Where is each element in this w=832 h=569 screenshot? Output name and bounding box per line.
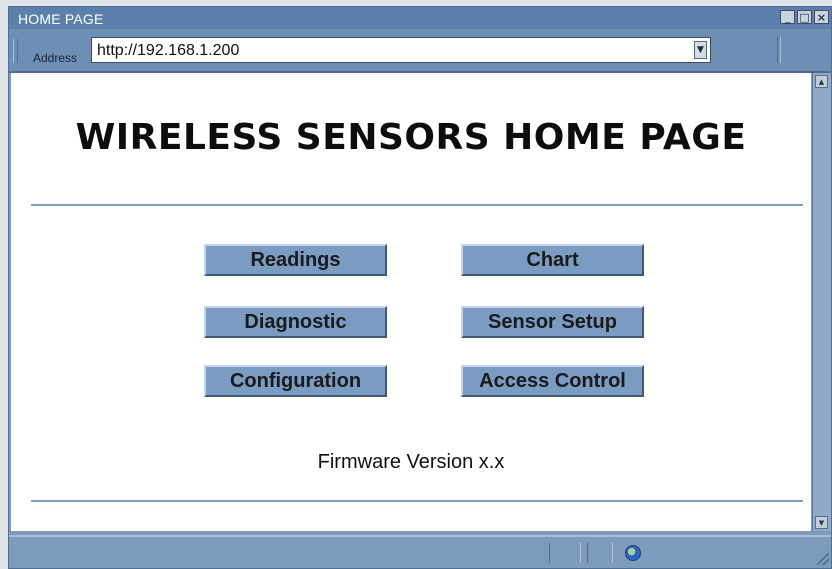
resize-grip-icon[interactable] bbox=[817, 553, 829, 565]
title-bar[interactable]: HOME PAGE _ □ × bbox=[9, 7, 831, 29]
window-controls: _ □ × bbox=[780, 10, 829, 24]
page-title: WIRELESS SENSORS HOME PAGE bbox=[75, 117, 747, 158]
window-title: HOME PAGE bbox=[18, 11, 104, 27]
readings-button[interactable]: Readings bbox=[204, 244, 387, 276]
sensor-setup-button[interactable]: Sensor Setup bbox=[461, 306, 644, 338]
access-control-button[interactable]: Access Control bbox=[461, 365, 644, 397]
address-url: http://192.168.1.200 bbox=[97, 42, 240, 59]
chevron-down-icon[interactable]: ▼ bbox=[694, 41, 707, 59]
address-input[interactable]: http://192.168.1.200 ▼ bbox=[91, 37, 711, 63]
vertical-scrollbar[interactable]: ▲ ▼ bbox=[812, 73, 831, 531]
status-panel bbox=[587, 543, 613, 563]
scroll-down-icon[interactable]: ▼ bbox=[815, 516, 828, 529]
browser-window: HOME PAGE _ □ × Address http://192.168.1… bbox=[8, 6, 832, 569]
configuration-button[interactable]: Configuration bbox=[204, 365, 387, 397]
toolbar-grip[interactable] bbox=[13, 39, 18, 63]
maximize-icon[interactable]: □ bbox=[797, 10, 812, 24]
page-content: WIRELESS SENSORS HOME PAGE Readings Char… bbox=[11, 73, 811, 531]
scroll-up-icon[interactable]: ▲ bbox=[815, 75, 828, 88]
chart-button[interactable]: Chart bbox=[461, 244, 644, 276]
status-panel bbox=[549, 543, 581, 563]
status-bar bbox=[9, 535, 831, 568]
close-icon[interactable]: × bbox=[814, 10, 829, 24]
top-divider bbox=[31, 204, 803, 206]
toolbar-separator bbox=[777, 37, 781, 63]
globe-icon bbox=[625, 545, 641, 561]
address-label: Address bbox=[33, 51, 78, 65]
firmware-version: Firmware Version x.x bbox=[317, 451, 505, 473]
minimize-icon[interactable]: _ bbox=[780, 10, 795, 24]
diagnostic-button[interactable]: Diagnostic bbox=[204, 306, 387, 338]
bottom-divider bbox=[31, 500, 803, 502]
address-toolbar: Address http://192.168.1.200 ▼ bbox=[9, 29, 831, 73]
